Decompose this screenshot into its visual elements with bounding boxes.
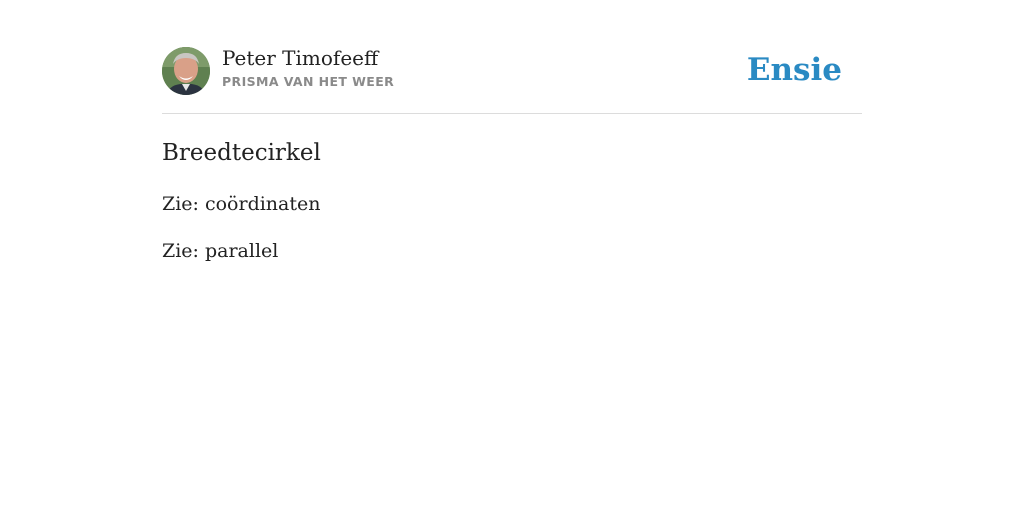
header-divider xyxy=(162,113,862,114)
entry-title: Breedtecirkel xyxy=(162,140,321,166)
reference-prefix: Zie: xyxy=(162,193,205,215)
reference-line: Zie: coördinaten xyxy=(162,191,321,217)
author-avatar[interactable] xyxy=(162,47,210,95)
author-name[interactable]: Peter Timofeeff xyxy=(222,46,378,70)
reference-line: Zie: parallel xyxy=(162,238,278,264)
author-header: Peter Timofeeff PRISMA VAN HET WEER Ensi… xyxy=(162,46,862,96)
reference-prefix: Zie: xyxy=(162,240,205,262)
page: Peter Timofeeff PRISMA VAN HET WEER Ensi… xyxy=(0,0,1024,512)
ensie-logo[interactable]: Ensie xyxy=(747,50,842,90)
avatar-portrait-icon xyxy=(162,47,210,95)
source-name[interactable]: PRISMA VAN HET WEER xyxy=(222,74,394,90)
reference-link-parallel[interactable]: parallel xyxy=(205,240,278,262)
reference-link-coordinaten[interactable]: coördinaten xyxy=(205,193,321,215)
